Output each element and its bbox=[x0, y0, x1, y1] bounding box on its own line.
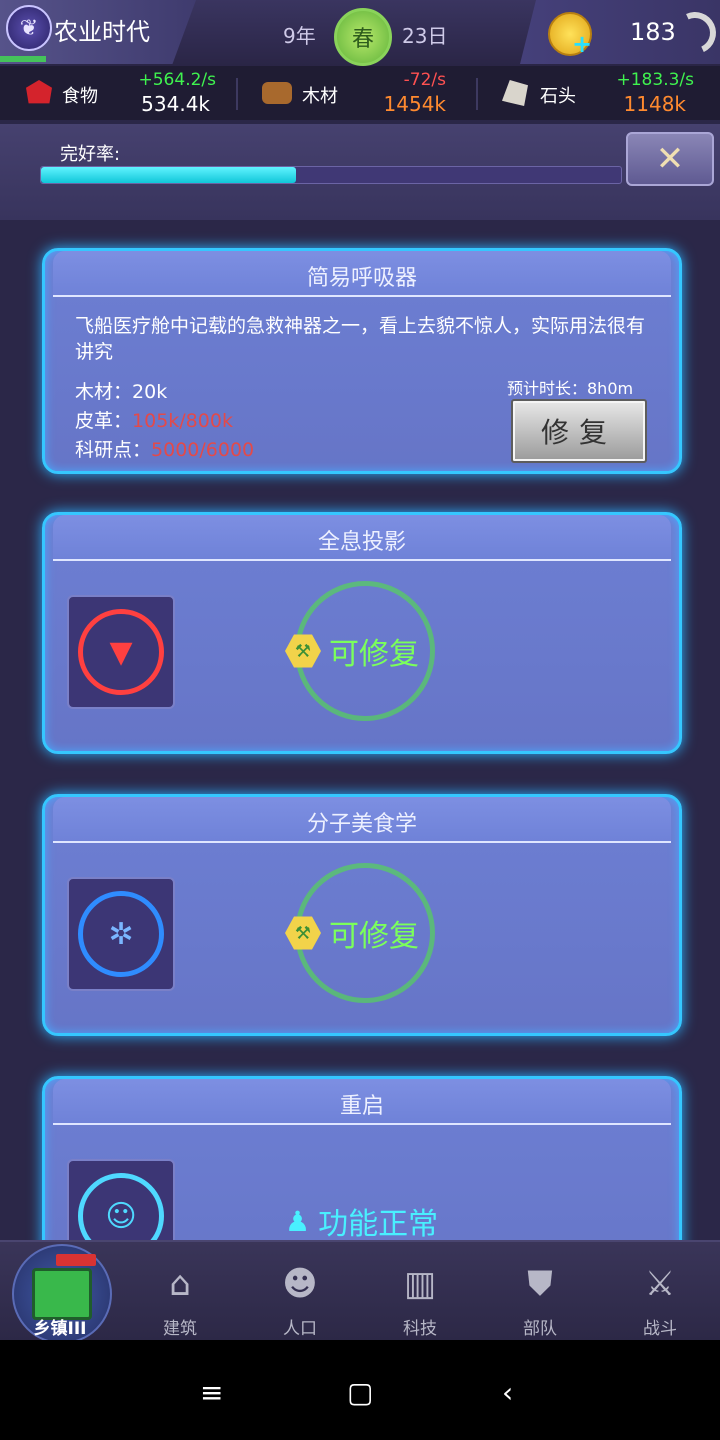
integrity-panel: 完好率: bbox=[0, 124, 720, 220]
era-title: 农业时代 bbox=[54, 18, 150, 46]
wheat-dna-icon: ✲ bbox=[67, 877, 175, 991]
book-icon: ▥ bbox=[403, 1264, 437, 1304]
repair-button[interactable]: 修复 bbox=[511, 399, 647, 463]
resource-bar: 食物 +564.2/s 534.4k 木材 -72/s 1454k 石头 +18… bbox=[0, 66, 720, 120]
card-header: 分子美食学 bbox=[53, 797, 671, 843]
status-text: 可修复 bbox=[329, 637, 419, 672]
home-icon[interactable]: ▢ bbox=[347, 1376, 373, 1409]
resource-label: 木材 bbox=[302, 86, 338, 107]
integrity-label: 完好率: bbox=[60, 144, 121, 165]
card-title: 分子美食学 bbox=[306, 812, 417, 837]
nav-building[interactable]: ⌂ 建筑 bbox=[120, 1242, 240, 1342]
resource-total: 1148k bbox=[623, 92, 686, 116]
resource-wood[interactable]: 木材 -72/s 1454k bbox=[238, 66, 474, 120]
card-title: 重启 bbox=[339, 1094, 384, 1119]
robot-icon: ♟ bbox=[285, 1204, 311, 1238]
status-text: 可修复 bbox=[329, 919, 419, 954]
status-repairable[interactable]: ⚒ 可修复 bbox=[285, 629, 419, 673]
add-coin-icon[interactable]: + bbox=[572, 30, 592, 58]
card-header: 全息投影 bbox=[53, 515, 671, 561]
wood-icon bbox=[262, 82, 292, 104]
status-text: 功能正常 bbox=[318, 1207, 439, 1242]
date-year: 9年 bbox=[283, 24, 316, 48]
menu-icon[interactable]: ≡ bbox=[200, 1376, 223, 1409]
nav-battle[interactable]: ⚔ 战斗 bbox=[600, 1242, 720, 1342]
food-icon bbox=[26, 80, 52, 104]
nav-label: 人口 bbox=[283, 1319, 317, 1339]
repair-card-breather: 简易呼吸器 飞船医疗舱中记载的急救神器之一，看上去貌不惊人，实际用法很有讲究 木… bbox=[42, 248, 682, 474]
coin-count: 183 bbox=[630, 18, 676, 46]
banner-icon: ⛊ bbox=[527, 1264, 553, 1304]
status-normal: ♟ 功能正常 bbox=[285, 1199, 438, 1243]
crossed-swords-icon: ⚔ bbox=[644, 1264, 676, 1304]
resource-total: 534.4k bbox=[141, 92, 210, 116]
nav-label: 建筑 bbox=[163, 1319, 197, 1339]
wrench-hex-icon: ⚒ bbox=[285, 634, 321, 668]
resource-label: 食物 bbox=[62, 86, 98, 107]
nav-label: 乡镇III bbox=[33, 1319, 87, 1339]
integrity-progress bbox=[40, 166, 622, 184]
nav-label: 科技 bbox=[403, 1319, 437, 1339]
top-bar: ❦ 农业时代 9年 春 23日 + 183 bbox=[0, 0, 720, 66]
requirement-leather: 皮革：105k/800k bbox=[75, 410, 233, 432]
nav-label: 部队 bbox=[523, 1319, 557, 1339]
card-header: 重启 bbox=[53, 1079, 671, 1125]
nav-label: 战斗 bbox=[643, 1319, 677, 1339]
person-icon: ☻ bbox=[282, 1264, 318, 1304]
back-icon[interactable]: ‹ bbox=[502, 1376, 513, 1409]
resource-total: 1454k bbox=[383, 92, 446, 116]
card-header: 简易呼吸器 bbox=[53, 251, 671, 297]
nav-army[interactable]: ⛊ 部队 bbox=[480, 1242, 600, 1342]
stone-icon bbox=[502, 80, 528, 106]
era-progress-bar bbox=[0, 56, 46, 62]
status-repairable[interactable]: ⚒ 可修复 bbox=[285, 911, 419, 955]
house-icon: ⌂ bbox=[169, 1264, 191, 1304]
resource-stone[interactable]: 石头 +183.3/s 1148k bbox=[478, 66, 720, 120]
date-day: 23日 bbox=[402, 24, 448, 48]
repair-card-gastronomy[interactable]: 分子美食学 ✲ ⚒ 可修复 bbox=[42, 794, 682, 1036]
card-title: 全息投影 bbox=[317, 530, 406, 555]
requirement-wood: 木材：20k bbox=[75, 381, 168, 403]
requirement-research: 科研点：5000/6000 bbox=[75, 439, 255, 461]
close-icon: ✕ bbox=[655, 139, 685, 179]
paw-emblem-icon: ▼ bbox=[67, 595, 175, 709]
nav-town[interactable]: 乡镇III bbox=[0, 1242, 120, 1344]
card-title: 简易呼吸器 bbox=[306, 266, 417, 291]
castle-icon bbox=[32, 1268, 92, 1320]
resource-label: 石头 bbox=[540, 86, 576, 107]
card-description: 飞船医疗舱中记载的急救神器之一，看上去貌不惊人，实际用法很有讲究 bbox=[75, 315, 646, 363]
bottom-nav: 乡镇III ⌂ 建筑 ☻ 人口 ▥ 科技 ⛊ 部队 ⚔ 战斗 bbox=[0, 1240, 720, 1344]
resource-rate: +183.3/s bbox=[616, 70, 695, 90]
nav-tech[interactable]: ▥ 科技 bbox=[360, 1242, 480, 1342]
resource-rate: -72/s bbox=[403, 70, 446, 90]
close-button[interactable]: ✕ bbox=[626, 132, 714, 186]
integrity-fill bbox=[41, 167, 297, 183]
android-nav-bar: ≡ ▢ ‹ bbox=[0, 1340, 720, 1440]
resource-rate: +564.2/s bbox=[138, 70, 217, 90]
resource-food[interactable]: 食物 +564.2/s 534.4k bbox=[0, 66, 236, 120]
season-badge[interactable]: 春 bbox=[334, 8, 392, 66]
repair-card-hologram[interactable]: 全息投影 ▼ ⚒ 可修复 bbox=[42, 512, 682, 754]
nav-population[interactable]: ☻ 人口 bbox=[240, 1242, 360, 1342]
flag-icon bbox=[56, 1254, 96, 1266]
wheat-icon[interactable]: ❦ bbox=[6, 5, 52, 51]
wrench-hex-icon: ⚒ bbox=[285, 916, 321, 950]
eta-label: 预计时长：8h0m bbox=[507, 379, 634, 398]
